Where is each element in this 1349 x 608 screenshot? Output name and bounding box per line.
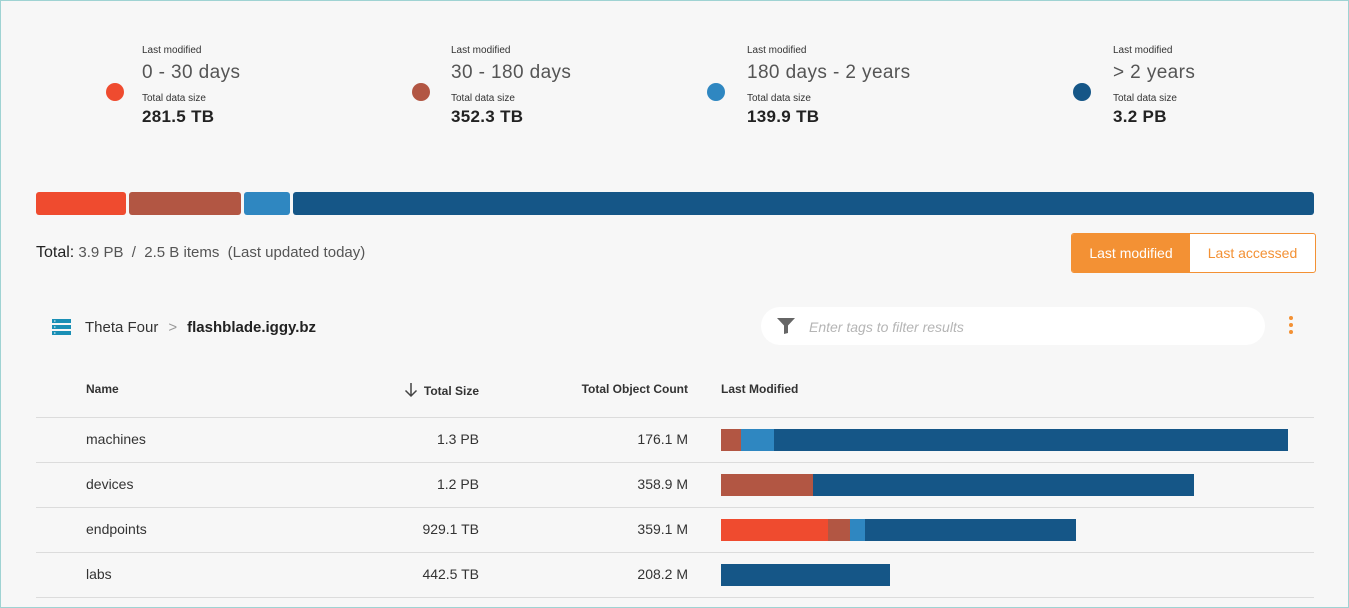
table-row[interactable]: endpoints 929.1 TB 359.1 M — [36, 508, 1314, 553]
total-bar-segment[interactable] — [129, 192, 241, 215]
legend-dot — [106, 83, 124, 101]
total-bar-segment[interactable] — [36, 192, 126, 215]
list-icon — [52, 319, 71, 335]
row-object-count: 359.1 M — [637, 521, 688, 537]
column-header-object-count[interactable]: Total Object Count — [536, 382, 688, 396]
row-name[interactable]: machines — [86, 431, 146, 447]
row-object-count: 358.9 M — [637, 476, 688, 492]
storage-panel: Last modified 0 - 30 days Total data siz… — [0, 0, 1349, 608]
row-bar-segment — [721, 474, 813, 496]
legend-caption: Last modified — [451, 45, 511, 56]
row-bar-segment — [721, 564, 890, 586]
filter-icon — [777, 318, 795, 334]
row-age-bar — [721, 474, 1194, 496]
row-name[interactable]: endpoints — [86, 521, 147, 537]
row-total-size: 1.2 PB — [436, 476, 479, 492]
total-age-bar[interactable] — [36, 192, 1314, 215]
row-name[interactable]: devices — [86, 476, 133, 492]
legend-size-caption: Total data size — [1113, 93, 1177, 104]
legend-range: 30 - 180 days — [451, 62, 572, 83]
row-age-bar — [721, 564, 890, 586]
legend-size-caption: Total data size — [451, 93, 515, 104]
row-bar-segment — [865, 519, 1076, 541]
legend-range: > 2 years — [1113, 62, 1196, 83]
breadcrumb-parent[interactable]: Theta Four — [85, 319, 158, 336]
row-age-bar — [721, 429, 1288, 451]
row-total-size: 929.1 TB — [422, 521, 479, 537]
table-row[interactable]: machines 1.3 PB 176.1 M — [36, 418, 1314, 463]
tag-filter-input[interactable] — [807, 307, 1251, 347]
total-bar-segment[interactable] — [293, 192, 1314, 215]
row-total-size: 442.5 TB — [422, 566, 479, 582]
age-legend: Last modified 0 - 30 days Total data siz… — [1, 45, 1349, 145]
row-object-count: 176.1 M — [637, 431, 688, 447]
sort-down-arrow-icon — [404, 383, 417, 398]
total-bar-segment[interactable] — [244, 192, 290, 215]
legend-size: 139.9 TB — [747, 107, 820, 126]
chevron-right-icon: > — [168, 318, 178, 336]
legend-caption: Last modified — [1113, 45, 1173, 56]
legend-dot — [1073, 83, 1091, 101]
total-label: Total: — [36, 244, 75, 261]
legend-caption: Last modified — [747, 45, 807, 56]
legend-dot — [707, 83, 725, 101]
legend-range: 180 days - 2 years — [747, 62, 911, 83]
legend-range: 0 - 30 days — [142, 62, 241, 83]
row-total-size: 1.3 PB — [436, 431, 479, 447]
row-bar-segment — [813, 474, 1194, 496]
column-header-last-modified[interactable]: Last Modified — [721, 382, 798, 396]
column-header-name[interactable]: Name — [86, 382, 119, 396]
row-bar-segment — [721, 429, 741, 451]
date-mode-toggle: Last modified Last accessed — [1071, 233, 1316, 273]
last-modified-toggle-button[interactable]: Last modified — [1072, 234, 1190, 272]
row-bar-segment — [721, 519, 828, 541]
table-row[interactable]: labs 442.5 TB 208.2 M — [36, 553, 1314, 598]
legend-size: 281.5 TB — [142, 107, 215, 126]
table-row[interactable]: devices 1.2 PB 358.9 M — [36, 463, 1314, 508]
legend-size: 352.3 TB — [451, 107, 524, 126]
legend-size-caption: Total data size — [142, 93, 206, 104]
row-bar-segment — [774, 429, 1288, 451]
total-text: 3.9 PB / 2.5 B items (Last updated today… — [78, 244, 366, 261]
directory-table: Name Total Size Total Object Count Last … — [36, 369, 1314, 598]
column-header-total-size[interactable]: Total Size — [396, 382, 479, 398]
legend-dot — [412, 83, 430, 101]
column-header-total-size-label: Total Size — [423, 384, 479, 398]
row-bar-segment — [828, 519, 850, 541]
legend-caption: Last modified — [142, 45, 202, 56]
row-object-count: 208.2 M — [637, 566, 688, 582]
tag-filter — [761, 307, 1265, 347]
breadcrumb-current: flashblade.iggy.bz — [187, 318, 317, 336]
total-summary: Total: 3.9 PB / 2.5 B items (Last update… — [36, 244, 365, 262]
breadcrumb: Theta Four > flashblade.iggy.bz — [52, 316, 316, 338]
table-header: Name Total Size Total Object Count Last … — [36, 369, 1314, 418]
legend-size-caption: Total data size — [747, 93, 811, 104]
row-name[interactable]: labs — [86, 566, 112, 582]
row-age-bar — [721, 519, 1076, 541]
last-accessed-toggle-button[interactable]: Last accessed — [1190, 234, 1315, 272]
row-bar-segment — [850, 519, 865, 541]
legend-size: 3.2 PB — [1113, 107, 1167, 126]
more-options-icon[interactable] — [1286, 316, 1296, 338]
row-bar-segment — [741, 429, 774, 451]
